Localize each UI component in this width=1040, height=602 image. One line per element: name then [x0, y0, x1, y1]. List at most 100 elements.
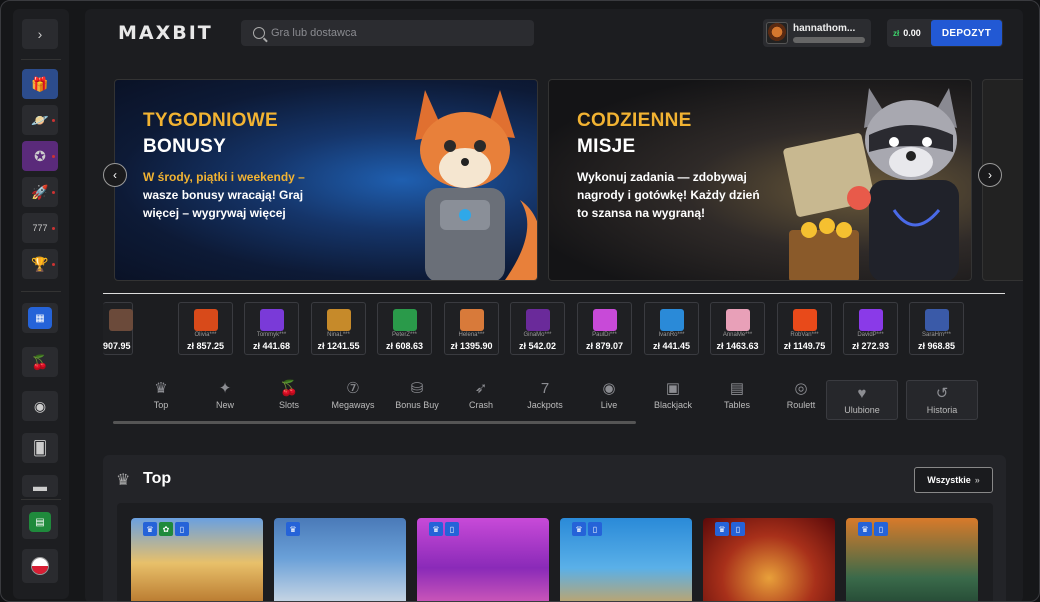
- banner-next-button[interactable]: ›: [978, 163, 1002, 187]
- game-card[interactable]: ♛▯ Sugar Rush: [417, 518, 549, 601]
- tab-crash[interactable]: ➶ Crash: [451, 371, 511, 419]
- sidebar-item-star[interactable]: ✪: [22, 141, 58, 171]
- category-label: Tables: [723, 399, 750, 410]
- category-scrollbar[interactable]: [113, 421, 636, 424]
- sidebar-item-live[interactable]: ◉: [22, 391, 58, 421]
- game-card[interactable]: ♛✿▯ Gates of: [131, 518, 263, 601]
- category-icon: ⑦: [346, 379, 360, 397]
- chevron-right-icon: ›: [37, 26, 43, 42]
- winner-card[interactable]: PaulDi*** zł 879.07: [577, 302, 632, 355]
- sidebar: › 🎁 🪐 ✪ 🚀 777 🏆 ▦ 🍒 ◉ 🂠 ▬ ▤: [13, 9, 69, 599]
- banner-text: Wykonuj zadania — zdobywaj nagrody i got…: [577, 170, 760, 220]
- tab-blackjack[interactable]: ▣ Blackjack: [643, 371, 703, 419]
- crown-badge-icon: ♛: [858, 522, 872, 536]
- app-frame: › 🎁 🪐 ✪ 🚀 777 🏆 ▦ 🍒 ◉ 🂠 ▬ ▤ MAXBIT ha: [0, 0, 1040, 602]
- gift-icon: 🎁: [31, 75, 49, 92]
- winner-card[interactable]: 907.95: [103, 302, 133, 355]
- tab-ulubione[interactable]: ♥ Ulubione: [826, 380, 898, 420]
- mobile-badge-icon: ▯: [445, 522, 459, 536]
- tab-megaways[interactable]: ⑦ Megaways: [323, 371, 383, 419]
- show-all-button[interactable]: Wszystkie »: [914, 467, 993, 493]
- deposit-button[interactable]: DEPOZYT: [931, 20, 1002, 46]
- winner-game-thumbnail: [925, 309, 949, 331]
- category-icon: ✦: [218, 379, 232, 397]
- show-all-label: Wszystkie: [927, 475, 971, 485]
- winner-amount: zł 1463.63: [716, 341, 759, 351]
- winner-game-thumbnail: [793, 309, 817, 331]
- winner-amount: zł 441.68: [252, 341, 291, 351]
- tab-slots[interactable]: 🍒 Slots: [259, 371, 319, 419]
- winner-card[interactable]: DavidP*** zł 272.93: [843, 302, 898, 355]
- chip-icon: ◉: [33, 397, 47, 414]
- winner-card[interactable]: Olivia*** zł 857.25: [178, 302, 233, 355]
- language-selector[interactable]: [22, 549, 58, 583]
- winner-name: NinaL***: [327, 332, 350, 338]
- winner-name: SaraHm***: [921, 332, 951, 338]
- winner-card[interactable]: Tommyk*** zł 441.68: [244, 302, 299, 355]
- winner-card[interactable]: RobVan*** zł 1149.75: [777, 302, 832, 355]
- winner-card[interactable]: PeterZ*** zł 608.63: [377, 302, 432, 355]
- sidebar-item-cards[interactable]: 🂠: [22, 433, 58, 463]
- category-label: New: [215, 399, 234, 410]
- winner-amount: 907.95: [103, 341, 131, 351]
- winner-card[interactable]: Helena*** zł 1395.90: [444, 302, 499, 355]
- category-label: Megaways: [331, 399, 375, 410]
- sidebar-item-777[interactable]: 777: [22, 213, 58, 243]
- winner-game-thumbnail: [726, 309, 750, 331]
- game-card[interactable]: ♛ CHICKEN: [274, 518, 406, 601]
- sidebar-item-trophy[interactable]: 🏆: [22, 249, 58, 279]
- level-progress-bar: [793, 37, 865, 43]
- winner-card[interactable]: SaraHm*** zł 968.85: [909, 302, 964, 355]
- banner-prev-button[interactable]: ‹: [103, 163, 127, 187]
- winner-card[interactable]: NinaL*** zł 1241.55: [311, 302, 366, 355]
- winner-name: Olivia***: [194, 332, 217, 338]
- winner-game-thumbnail: [660, 309, 684, 331]
- promo-banner-daily-missions[interactable]: CODZIENNE MISJE Wykonuj zadania — zdobyw…: [548, 79, 972, 281]
- game-card[interactable]: ♛ ▯: [846, 518, 978, 601]
- category-label: Top: [153, 399, 169, 410]
- banner-title: BONUSY: [143, 136, 227, 157]
- sidebar-item-slots[interactable]: 🍒: [22, 347, 58, 377]
- tab-top[interactable]: ♛ Top: [131, 371, 191, 419]
- game-card[interactable]: ♛ ▯: [560, 518, 692, 601]
- sidebar-item-gifts[interactable]: 🎁: [22, 69, 58, 99]
- main-content: MAXBIT hannathom... zł 0.00 DEPOZYT TYGO…: [85, 9, 1023, 601]
- expand-sidebar-button[interactable]: ›: [22, 19, 58, 49]
- tab-jackpots[interactable]: 7 Jackpots: [515, 371, 575, 419]
- user-profile[interactable]: hannathom...: [763, 19, 871, 47]
- mobile-badge-icon: ▯: [588, 522, 602, 536]
- sidebar-item-rocket[interactable]: 🚀: [22, 177, 58, 207]
- tab-new[interactable]: ✦ New: [195, 371, 255, 419]
- winner-card[interactable]: IvanRo*** zł 441.45: [644, 302, 699, 355]
- logo[interactable]: MAXBIT: [118, 22, 213, 44]
- game-card[interactable]: ♛▯ WILD BUFFALO: [703, 518, 835, 601]
- category-label: Crash: [468, 399, 493, 410]
- search-input[interactable]: [271, 27, 511, 39]
- winner-game-thumbnail: [194, 309, 218, 331]
- winner-amount: zł 1395.90: [450, 341, 493, 351]
- top-bar: MAXBIT hannathom... zł 0.00 DEPOZYT: [85, 9, 1023, 57]
- sidebar-item-planet[interactable]: 🪐: [22, 105, 58, 135]
- winner-name: DavidP***: [857, 332, 884, 338]
- winner-game-thumbnail: [109, 309, 133, 331]
- winner-card[interactable]: GinaMo*** zł 542.02: [510, 302, 565, 355]
- tab-live[interactable]: ◉ Live: [579, 371, 639, 419]
- category-icon: ◉: [602, 379, 616, 397]
- winner-amount: zł 272.93: [851, 341, 890, 351]
- sidebar-item-table[interactable]: ▬: [22, 475, 58, 497]
- poland-flag-icon: [31, 557, 49, 575]
- tab-tables[interactable]: ▤ Tables: [707, 371, 767, 419]
- sidebar-item-all-games[interactable]: ▦: [22, 303, 58, 333]
- tab-bonus-buy[interactable]: ⛁ Bonus Buy: [387, 371, 447, 419]
- crown-badge-icon: ♛: [715, 522, 729, 536]
- category-icon: 🍒: [279, 379, 299, 397]
- tab-roulett[interactable]: ◎ Roulett: [771, 371, 831, 419]
- search-icon: [253, 27, 265, 39]
- search-box[interactable]: [241, 20, 534, 46]
- leaf-badge-icon: ✿: [159, 522, 173, 536]
- promo-banner-weekly-bonus[interactable]: TYGODNIOWE BONUSY W środy, piątki i week…: [114, 79, 538, 281]
- crown-icon: ♛: [116, 472, 131, 489]
- winner-card[interactable]: AnnaMe*** zł 1463.63: [710, 302, 765, 355]
- sidebar-item-chat[interactable]: ▤: [22, 505, 58, 539]
- tab-historia[interactable]: ↺ Historia: [906, 380, 978, 420]
